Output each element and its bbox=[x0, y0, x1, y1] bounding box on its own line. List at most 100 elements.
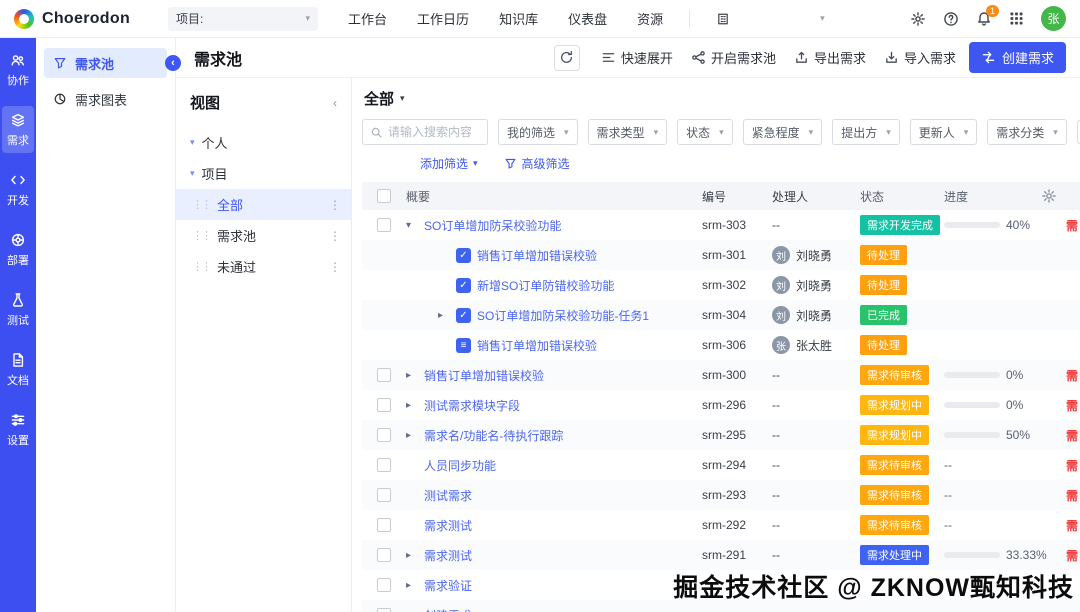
requirement-summary-link[interactable]: 测试需求 bbox=[424, 487, 472, 504]
table-row[interactable]: 测试需求 srm-293 -- 需求待审核 -- 需 bbox=[362, 480, 1080, 510]
more-options-icon[interactable]: ⋮ bbox=[329, 260, 341, 274]
apps-grid-icon[interactable] bbox=[1009, 11, 1024, 26]
rail-item-dev[interactable]: 开发 bbox=[2, 166, 34, 213]
create-button[interactable]: 创建需求 bbox=[968, 42, 1066, 73]
view-group[interactable]: ▾ 个人 bbox=[176, 127, 351, 158]
search-box[interactable] bbox=[362, 119, 488, 145]
table-row[interactable]: ≡ 销售订单增加错误校验 srm-306 张张太胜 待处理 bbox=[362, 330, 1080, 360]
filter-chip[interactable]: 需求类型 ▾ bbox=[587, 119, 668, 145]
rail-item-test[interactable]: 测试 bbox=[2, 286, 34, 333]
requirement-summary-link[interactable]: 销售订单增加错误校验 bbox=[424, 367, 544, 384]
filter-chip[interactable]: 状态 ▾ bbox=[677, 119, 733, 145]
requirement-summary-link[interactable]: 需求测试 bbox=[424, 517, 472, 534]
requirement-summary-link[interactable]: 新增SO订单防错校验功能 bbox=[477, 277, 614, 294]
row-checkbox[interactable] bbox=[377, 548, 391, 562]
view-item[interactable]: ⋮⋮ 未通过 ⋮ bbox=[176, 251, 351, 282]
view-item[interactable]: ⋮⋮ 需求池 ⋮ bbox=[176, 220, 351, 251]
view-group[interactable]: ▾ 项目 bbox=[176, 158, 351, 189]
import-button[interactable]: 导入需求 bbox=[874, 43, 965, 72]
expand-caret-icon[interactable]: ▸ bbox=[406, 430, 418, 441]
expand-caret-icon[interactable]: ▸ bbox=[438, 310, 450, 321]
more-options-icon[interactable]: ⋮ bbox=[329, 198, 341, 212]
search-input[interactable] bbox=[388, 125, 474, 139]
table-row[interactable]: 人员同步功能 srm-294 -- 需求待审核 -- 需 bbox=[362, 450, 1080, 480]
current-view-header[interactable]: 全部 ▾ bbox=[364, 88, 1080, 109]
table-row[interactable]: ▸ 需求测试 srm-291 -- 需求处理中 33.33% 需 bbox=[362, 540, 1080, 570]
project-select[interactable]: 项目: ▾ bbox=[168, 6, 319, 31]
table-row[interactable]: ▸ 测试需求模块字段 srm-296 -- 需求规划中 0% 需 bbox=[362, 390, 1080, 420]
sidebar-item-pie[interactable]: 需求图表 bbox=[44, 84, 167, 114]
sidebar-item-pool[interactable]: 需求池 ‹ bbox=[44, 48, 181, 78]
notifications-bell-icon[interactable]: 1 bbox=[976, 4, 999, 27]
help-icon[interactable] bbox=[943, 11, 959, 27]
row-checkbox[interactable] bbox=[377, 218, 391, 232]
requirement-summary-link[interactable]: 销售订单增加错误校验 bbox=[477, 247, 597, 264]
export-button[interactable]: 导出需求 bbox=[784, 43, 875, 72]
column-header-progress[interactable]: 进度 bbox=[944, 188, 1032, 205]
top-nav-item[interactable]: 工作台 bbox=[348, 9, 387, 28]
requirement-summary-link[interactable]: 需求测试 bbox=[424, 547, 472, 564]
top-nav-item[interactable]: 资源 bbox=[637, 9, 663, 28]
top-nav-item[interactable]: 知识库 bbox=[499, 9, 538, 28]
collapse-views-icon[interactable]: ‹ bbox=[333, 96, 337, 110]
expand-caret-icon[interactable]: ▸ bbox=[406, 370, 418, 381]
requirement-summary-link[interactable]: 需求验证 bbox=[424, 577, 472, 594]
requirement-summary-link[interactable]: 需求名/功能名-待执行跟踪 bbox=[424, 427, 563, 444]
top-nav-item[interactable]: 工作日历 bbox=[417, 9, 469, 28]
row-checkbox[interactable] bbox=[377, 578, 391, 592]
user-avatar[interactable]: 张 bbox=[1041, 6, 1066, 31]
requirement-summary-link[interactable]: SO订单增加防呆校验功能 bbox=[424, 217, 561, 234]
collapse-sidebar-button[interactable]: ‹ bbox=[165, 55, 181, 71]
filter-chip[interactable]: 更新人 ▾ bbox=[909, 119, 978, 145]
drag-handle-icon[interactable]: ⋮⋮ bbox=[192, 229, 212, 242]
expand-caret-icon[interactable]: ▸ bbox=[406, 400, 418, 411]
requirement-summary-link[interactable]: 销售订单增加错误校验 bbox=[477, 337, 597, 354]
view-item[interactable]: ⋮⋮ 全部 ⋮ bbox=[176, 189, 351, 220]
table-row[interactable]: ✓ 销售订单增加错误校验 srm-301 刘刘晓勇 待处理 bbox=[362, 240, 1080, 270]
rail-item-collab[interactable]: 协作 bbox=[2, 46, 34, 93]
drag-handle-icon[interactable]: ⋮⋮ bbox=[192, 198, 212, 211]
drag-handle-icon[interactable]: ⋮⋮ bbox=[192, 260, 212, 273]
row-checkbox[interactable] bbox=[377, 518, 391, 532]
row-checkbox[interactable] bbox=[377, 488, 391, 502]
row-checkbox[interactable] bbox=[377, 398, 391, 412]
column-header-assignee[interactable]: 处理人 bbox=[772, 188, 860, 205]
rail-item-docfile[interactable]: 文档 bbox=[2, 346, 34, 393]
column-header-code[interactable]: 编号 bbox=[702, 188, 772, 205]
refresh-button[interactable] bbox=[553, 44, 580, 71]
table-row[interactable]: ▸ 销售订单增加错误校验 srm-300 -- 需求待审核 0% 需 bbox=[362, 360, 1080, 390]
table-row[interactable]: ✓ 新增SO订单防错校验功能 srm-302 刘刘晓勇 待处理 bbox=[362, 270, 1080, 300]
filter-chip[interactable]: 提出方 ▾ bbox=[832, 119, 900, 145]
filter-chip[interactable]: 需求分类 ▾ bbox=[987, 119, 1067, 145]
quick-expand-button[interactable]: 快速展开 bbox=[591, 43, 682, 72]
column-header-status[interactable]: 状态 bbox=[860, 188, 944, 205]
row-checkbox[interactable] bbox=[377, 458, 391, 472]
select-all-checkbox[interactable] bbox=[377, 189, 391, 203]
logo[interactable]: Choerodon bbox=[14, 8, 130, 29]
filter-chip[interactable]: 我的筛选 ▾ bbox=[498, 119, 578, 145]
org-select[interactable]: ▾ bbox=[716, 12, 825, 26]
expand-caret-icon[interactable]: ▾ bbox=[406, 220, 418, 231]
column-settings-gear-icon[interactable] bbox=[1041, 188, 1057, 204]
filter-chip[interactable]: 紧急程度 ▾ bbox=[742, 119, 823, 145]
expand-caret-icon[interactable]: ▸ bbox=[406, 580, 418, 591]
advanced-filter-button[interactable]: 高级筛选 bbox=[504, 155, 570, 172]
rail-item-demand[interactable]: 需求 bbox=[2, 106, 34, 153]
more-options-icon[interactable]: ⋮ bbox=[329, 229, 341, 243]
settings-gear-icon[interactable] bbox=[910, 11, 926, 27]
rail-item-settings[interactable]: 设置 bbox=[2, 406, 34, 453]
rail-item-deploy[interactable]: 部署 bbox=[2, 226, 34, 273]
row-checkbox[interactable] bbox=[377, 608, 391, 612]
open-pool-button[interactable]: 开启需求池 bbox=[681, 43, 785, 72]
table-row[interactable]: ▾ SO订单增加防呆校验功能 srm-303 -- 需求开发完成 40% 需 bbox=[362, 210, 1080, 240]
requirement-summary-link[interactable]: 人员同步功能 bbox=[424, 457, 496, 474]
column-header-summary[interactable]: 概要 bbox=[406, 188, 702, 205]
top-nav-item[interactable]: 仪表盘 bbox=[568, 9, 607, 28]
table-row[interactable]: ▸ 需求名/功能名-待执行跟踪 srm-295 -- 需求规划中 50% 需 bbox=[362, 420, 1080, 450]
requirement-summary-link[interactable]: 测试需求模块字段 bbox=[424, 397, 520, 414]
row-checkbox[interactable] bbox=[377, 428, 391, 442]
row-checkbox[interactable] bbox=[377, 368, 391, 382]
table-row[interactable]: ▸ ✓ SO订单增加防呆校验功能-任务1 srm-304 刘刘晓勇 已完成 bbox=[362, 300, 1080, 330]
requirement-summary-link[interactable]: 创建需求 bbox=[424, 607, 472, 612]
table-row[interactable]: 需求测试 srm-292 -- 需求待审核 -- 需 bbox=[362, 510, 1080, 540]
